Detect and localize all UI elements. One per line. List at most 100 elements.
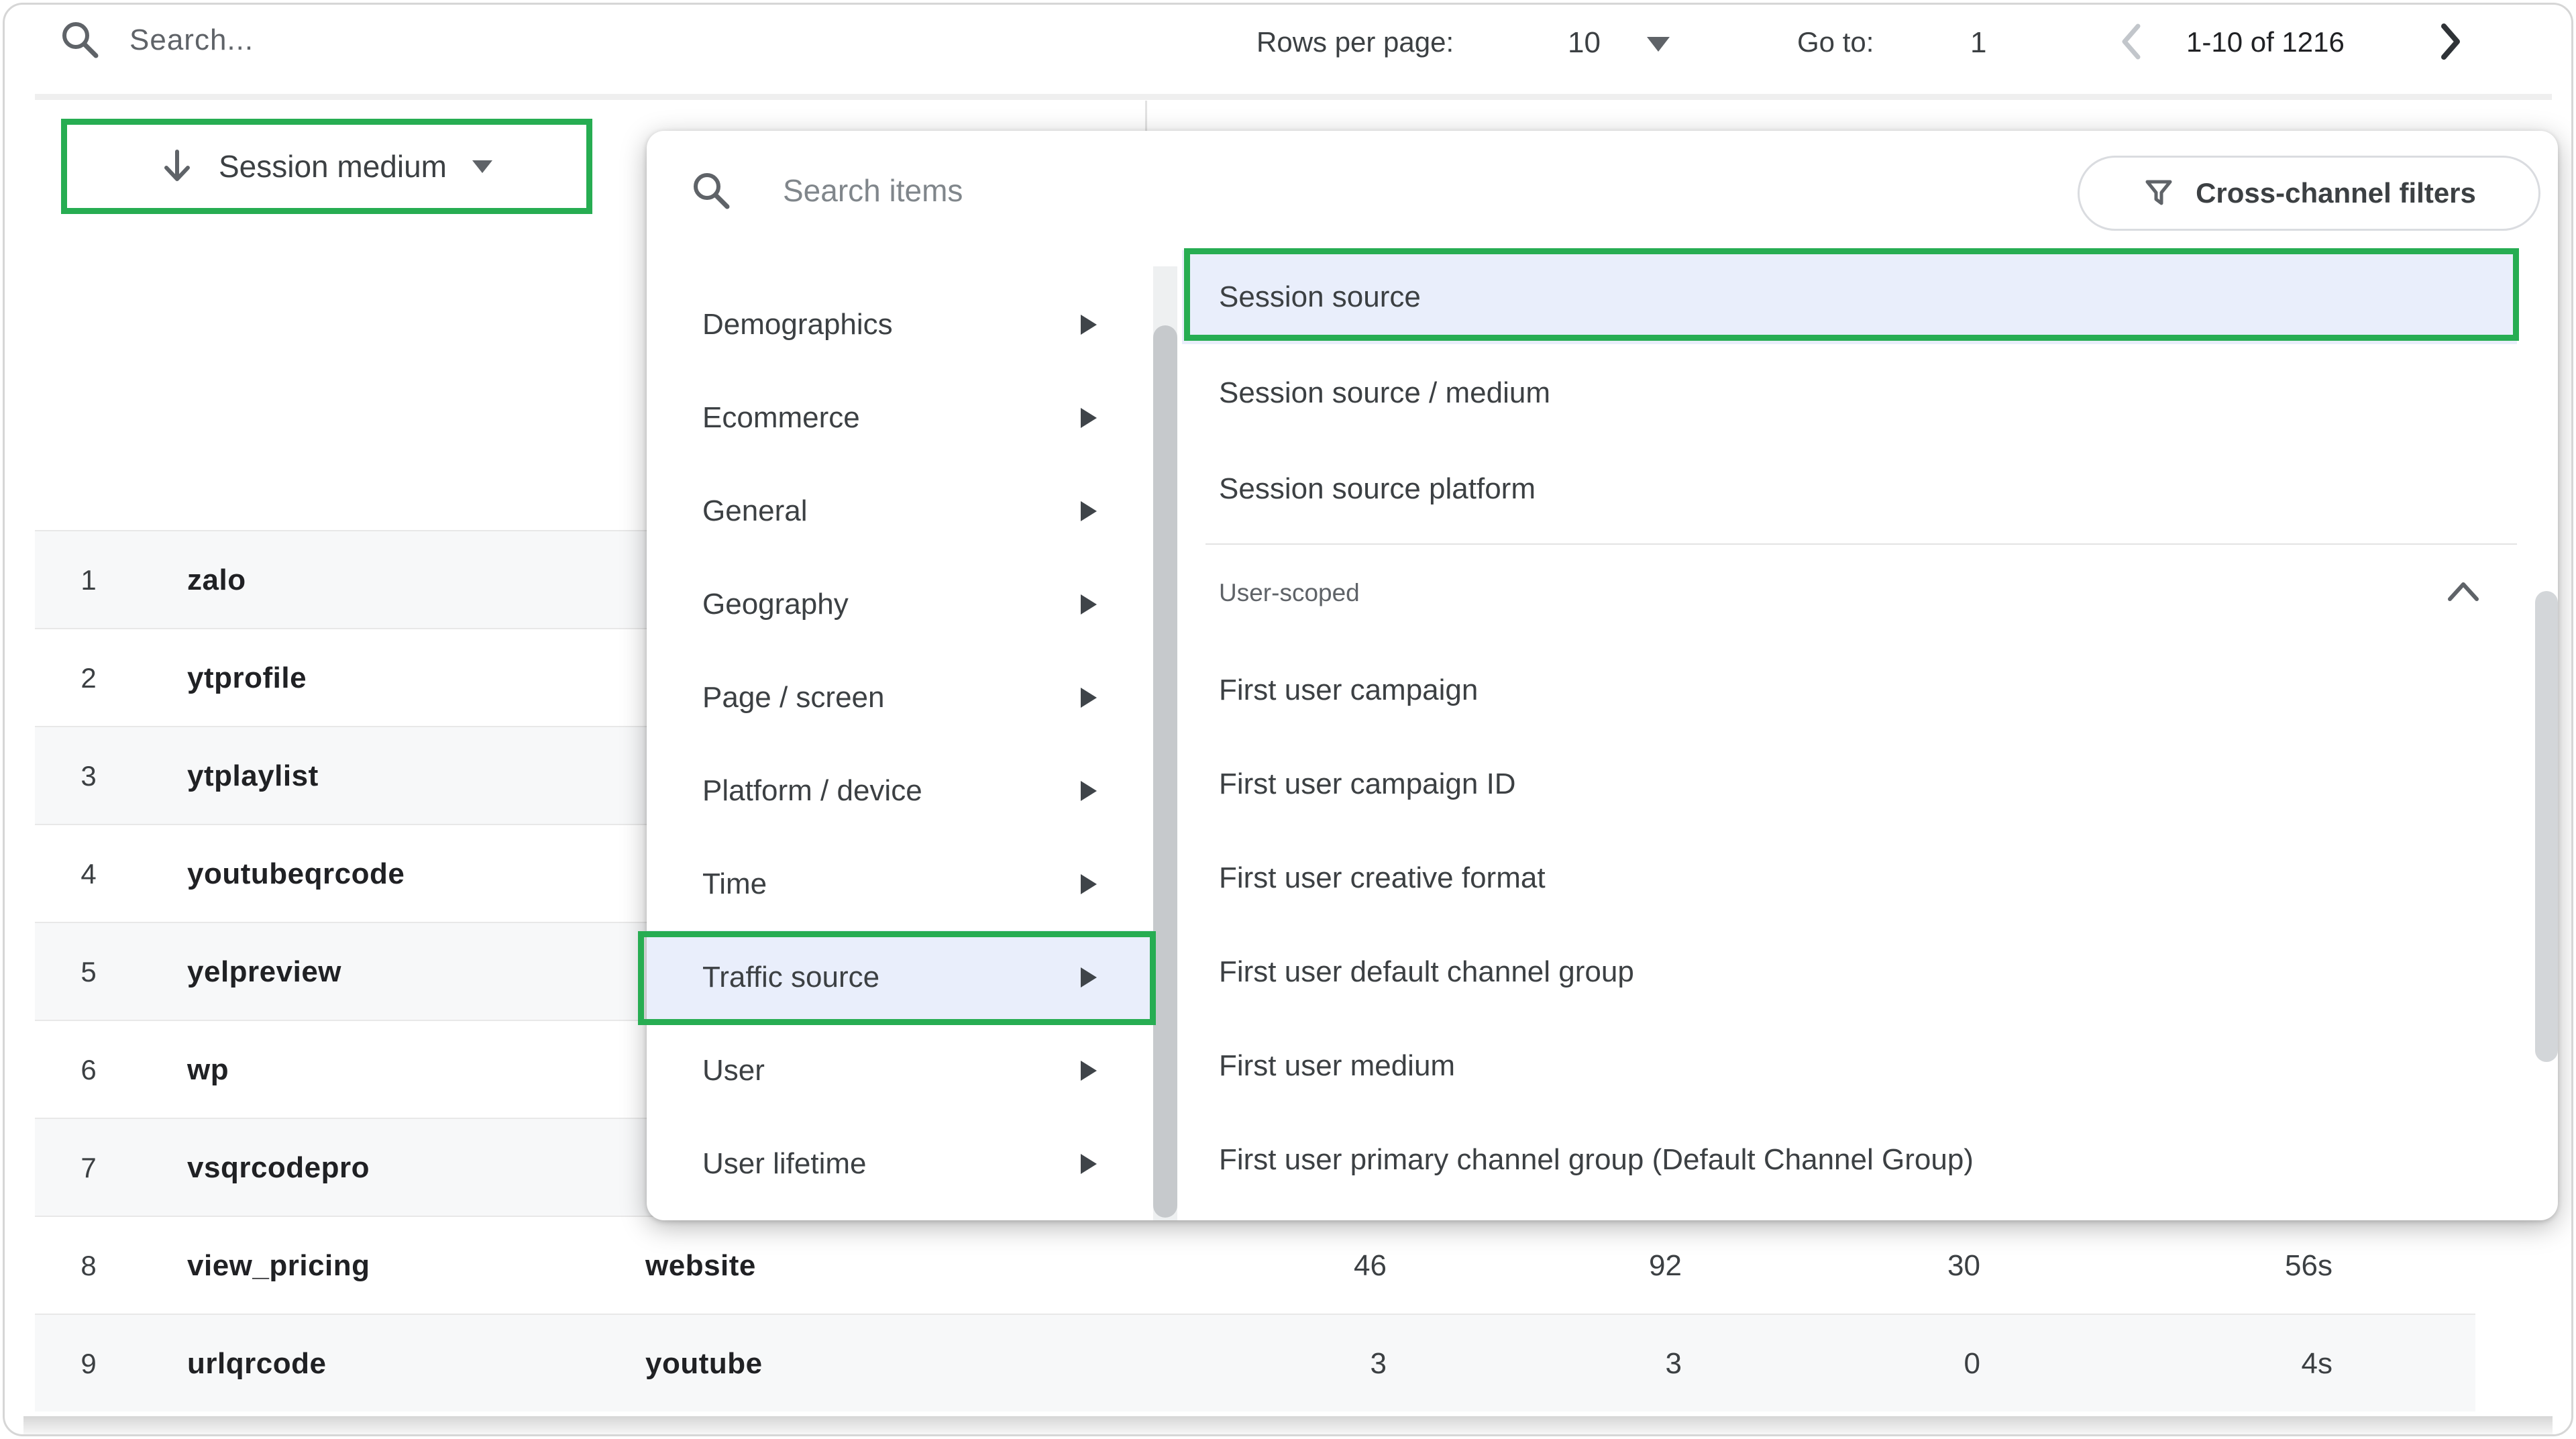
dimension-item-label: Session source [1219, 250, 1421, 344]
metric-value: 56s [2118, 1217, 2332, 1315]
cross-channel-filters-button[interactable]: Cross-channel filters [2078, 156, 2540, 231]
category-item-demographics[interactable]: Demographics [647, 278, 1153, 371]
category-label: Geography [702, 557, 849, 651]
category-label: General [702, 464, 808, 557]
rows-per-page-label: Rows per page: [1256, 26, 1454, 58]
dimension-item-session-source-medium[interactable]: Session source / medium [1182, 346, 2517, 440]
dimension-item-label: First user medium [1219, 1019, 1455, 1113]
secondary-dimension-value: youtube [645, 1315, 763, 1413]
session-medium-value: urlqrcode [187, 1315, 326, 1413]
dimension-item-label: Session source platform [1219, 442, 1536, 536]
go-to-page-input[interactable]: 1 [1970, 26, 1986, 60]
dimension-picker-panel: Search items Cross-channel filters Demog… [647, 131, 2558, 1220]
metric-value: 46 [1172, 1217, 1387, 1315]
metric-value: 4s [2118, 1315, 2332, 1413]
session-medium-value: ytprofile [187, 629, 307, 727]
dimension-item-label: First user campaign ID [1219, 737, 1516, 831]
category-label: Time [702, 837, 767, 930]
filter-funnel-icon [2142, 176, 2176, 210]
chevron-down-icon [472, 160, 492, 173]
table-row[interactable]: 9urlqrcodeyoutube3304s [35, 1314, 2475, 1411]
category-item-geography[interactable]: Geography [647, 557, 1153, 651]
next-page-icon[interactable] [2428, 19, 2472, 64]
metric-value: 92 [1467, 1217, 1682, 1315]
go-to-label: Go to: [1797, 26, 1874, 58]
table-row[interactable]: 8 view_pricing website 46 92 30 56s [35, 1216, 2475, 1314]
dimension-item-first-user-primary-channel-group-default-channel-group[interactable]: First user primary channel group (Defaul… [1182, 1113, 2517, 1207]
category-item-time[interactable]: Time [647, 837, 1153, 930]
category-label: Demographics [702, 278, 893, 371]
section-divider [1205, 543, 2517, 545]
category-item-general[interactable]: General [647, 464, 1153, 557]
section-header-label: User-scoped [1219, 579, 1360, 607]
secondary-dimension-value: website [645, 1217, 756, 1315]
category-item-page-screen[interactable]: Page / screen [647, 651, 1153, 744]
arrow-right-icon [1081, 1061, 1097, 1081]
row-number: 8 [62, 1217, 115, 1315]
cross-channel-filters-label: Cross-channel filters [2196, 177, 2476, 209]
pagination-range: 1-10 of 1216 [2186, 26, 2345, 58]
session-medium-value: yelpreview [187, 923, 341, 1021]
metric-value: 3 [1467, 1315, 1682, 1413]
category-label: Traffic source [702, 930, 879, 1024]
arrow-right-icon [1081, 688, 1097, 708]
table-search-input[interactable]: Search... [129, 23, 254, 57]
row-number: 7 [62, 1119, 115, 1217]
session-medium-value: youtubeqrcode [187, 825, 405, 923]
row-number: 4 [62, 825, 115, 923]
horizontal-scrollbar[interactable] [23, 1416, 2553, 1436]
category-item-user-lifetime[interactable]: User lifetime [647, 1117, 1153, 1210]
session-medium-value: ytplaylist [187, 727, 319, 825]
chevron-down-icon[interactable] [1647, 37, 1670, 52]
category-item-platform-device[interactable]: Platform / device [647, 744, 1153, 837]
row-number: 2 [62, 629, 115, 727]
annotation-box-session-medium: Session medium [61, 119, 592, 214]
dimension-item-first-user-campaign-id[interactable]: First user campaign ID [1182, 737, 2517, 831]
arrow-right-icon [1081, 781, 1097, 801]
dimension-item-label: First user campaign [1219, 643, 1478, 737]
arrow-right-icon [1081, 408, 1097, 428]
rows-per-page-select[interactable]: 10 [1568, 26, 1601, 60]
session-medium-value: zalo [187, 531, 246, 629]
sort-descending-arrow-icon [161, 149, 193, 184]
dimension-item-first-user-default-channel-group[interactable]: First user default channel group [1182, 925, 2517, 1019]
picker-search-input[interactable]: Search items [783, 172, 963, 209]
dimension-item-first-user-medium[interactable]: First user medium [1182, 1019, 2517, 1113]
metric-value: 3 [1172, 1315, 1387, 1413]
arrow-right-icon [1081, 874, 1097, 894]
category-item-traffic-source[interactable]: Traffic source [647, 930, 1153, 1024]
arrow-right-icon [1081, 501, 1097, 521]
metric-value: 30 [1766, 1217, 1980, 1315]
category-item-ecommerce[interactable]: Ecommerce [647, 371, 1153, 464]
dimension-item-label: First user default channel group [1219, 925, 1634, 1019]
row-number: 5 [62, 923, 115, 1021]
dimension-header-label: Session medium [219, 148, 447, 184]
arrow-right-icon [1081, 967, 1097, 988]
row-number: 6 [62, 1021, 115, 1119]
toolbar-divider [35, 94, 2552, 100]
row-number: 1 [62, 531, 115, 629]
analytics-table-card: Search... Rows per page: 10 Go to: 1 1-1… [3, 3, 2573, 1436]
dimension-item-session-source-platform[interactable]: Session source platform [1182, 442, 2517, 536]
dimension-item-first-user-creative-format[interactable]: First user creative format [1182, 831, 2517, 925]
session-medium-value: view_pricing [187, 1217, 370, 1315]
items-scrollbar-thumb[interactable] [2535, 591, 2558, 1062]
dimension-header-button[interactable]: Session medium [67, 125, 586, 208]
search-icon [689, 168, 733, 213]
dimension-item-label: First user creative format [1219, 831, 1546, 925]
row-number: 9 [62, 1315, 115, 1413]
dimension-item-first-user-campaign[interactable]: First user campaign [1182, 643, 2517, 737]
session-medium-value: vsqrcodepro [187, 1119, 370, 1217]
dimension-item-label: Session source / medium [1219, 346, 1550, 440]
section-header-user-scoped: User-scoped [1219, 575, 2517, 615]
category-label: Page / screen [702, 651, 885, 744]
metric-value: 0 [1766, 1315, 1980, 1413]
previous-page-icon[interactable] [2110, 19, 2154, 64]
dimension-item-session-source[interactable]: Session source [1182, 250, 2517, 344]
arrow-right-icon [1081, 594, 1097, 615]
category-item-user[interactable]: User [647, 1024, 1153, 1117]
category-scrollbar-thumb[interactable] [1153, 325, 1177, 1218]
session-medium-value: wp [187, 1021, 229, 1119]
search-icon [57, 17, 104, 64]
chevron-up-icon[interactable] [2445, 578, 2482, 604]
